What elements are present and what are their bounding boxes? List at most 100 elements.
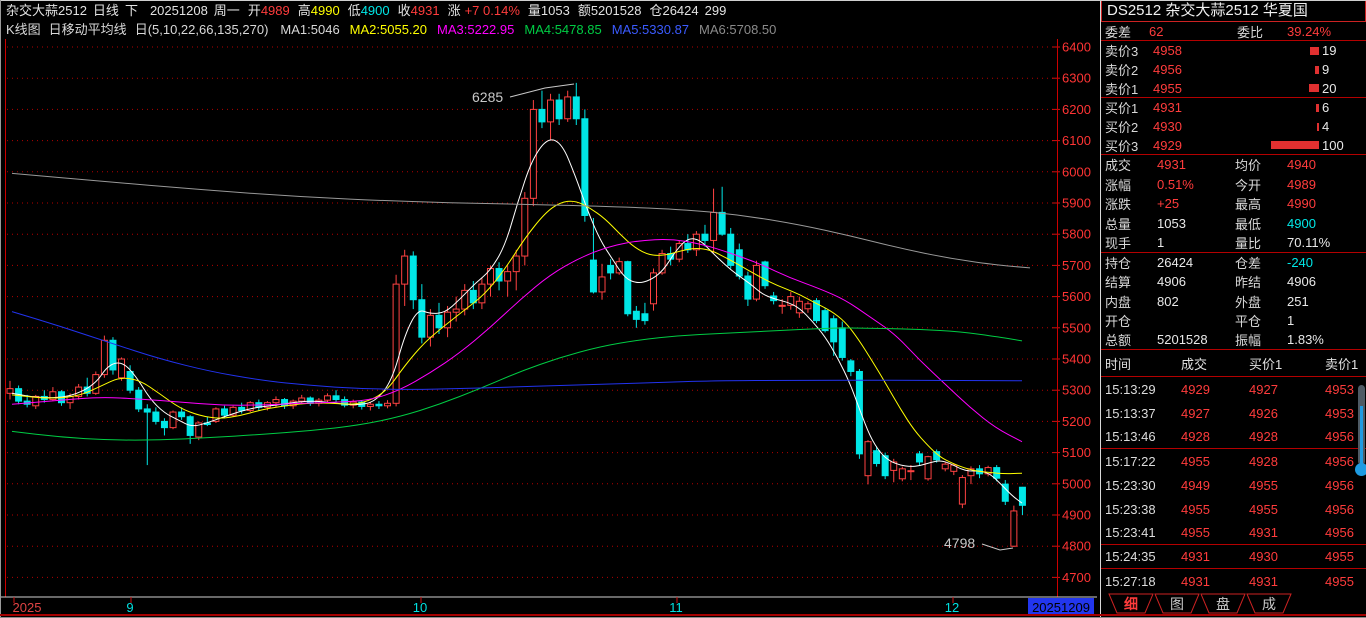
candle-up — [530, 109, 536, 198]
candle-up — [693, 234, 699, 250]
candle-down — [736, 250, 742, 276]
ask-row[interactable]: 卖价3495819 — [1101, 41, 1366, 60]
candle-down — [539, 109, 545, 121]
col-time: 时间 — [1105, 354, 1175, 373]
candle-down — [608, 265, 614, 272]
candle-up — [805, 304, 811, 309]
candle-down — [436, 315, 442, 327]
y-axis-label: 6200 — [1062, 102, 1091, 117]
tick-row[interactable]: 15:13:29492949274953 — [1101, 377, 1366, 401]
ask-volume: 20 — [1322, 81, 1366, 96]
tick-ask1: 4956 — [1315, 478, 1354, 493]
tick-table-header: 时间 成交 买价1 卖价1 — [1101, 350, 1366, 377]
bid-label: 买价3 — [1105, 136, 1153, 155]
candle-up — [899, 469, 905, 479]
text-segment: 日线 — [93, 2, 119, 20]
stat-row: 开仓平仓1 — [1101, 311, 1366, 331]
bid-label: 买价1 — [1105, 98, 1153, 117]
tick-price: 4955 — [1175, 454, 1243, 469]
tab-label-图[interactable]: 图 — [1170, 596, 1184, 612]
window-left-edge — [0, 0, 1, 618]
tick-row[interactable]: 15:23:30494949554956 — [1101, 473, 1366, 497]
stat-value: -240 — [1287, 255, 1313, 270]
text-segment: 开 — [248, 2, 261, 20]
y-axis-label: 5700 — [1062, 258, 1091, 273]
candle-down — [187, 417, 193, 436]
text-segment: MA2:5055.20 — [350, 21, 427, 39]
tick-row[interactable]: 15:27:18493149314955 — [1101, 569, 1366, 593]
candle-down — [161, 421, 167, 427]
stat-label: 量比 — [1235, 233, 1287, 252]
bid-row[interactable]: 买价149316 — [1101, 98, 1366, 117]
bid-price: 4930 — [1153, 119, 1231, 134]
tick-ask1: 4955 — [1315, 574, 1354, 589]
candle-down — [333, 396, 339, 400]
tick-row[interactable]: 15:23:41495549314956 — [1101, 521, 1366, 545]
y-axis-label: 5500 — [1062, 320, 1091, 335]
candle-down — [642, 314, 648, 321]
stats-grid: 成交4931均价4940涨幅0.51%今开4989涨跌+25最高4990总量10… — [1101, 155, 1366, 350]
candle-down — [410, 256, 416, 300]
scrollbar-stem[interactable] — [1360, 406, 1363, 468]
stat-label: 最高 — [1235, 194, 1287, 213]
y-axis-label: 6300 — [1062, 71, 1091, 86]
bid-row[interactable]: 买价249304 — [1101, 117, 1366, 136]
bid-row[interactable]: 买价34929100 — [1101, 136, 1366, 155]
candle-down — [222, 409, 228, 415]
tick-row[interactable]: 15:13:46492849284956 — [1101, 425, 1366, 449]
candle-up — [299, 398, 305, 401]
bottom-divider-red — [0, 614, 1366, 616]
candle-down — [419, 300, 425, 337]
tab-label-成[interactable]: 成 — [1262, 596, 1276, 612]
text-segment: 4900 — [361, 2, 390, 20]
tick-row[interactable]: 15:23:38495549554956 — [1101, 497, 1366, 521]
y-axis-label: 6400 — [1062, 40, 1091, 55]
tick-row[interactable]: 15:13:37492749264953 — [1101, 401, 1366, 425]
candle-up — [599, 277, 605, 292]
tick-time: 15:23:41 — [1105, 525, 1175, 540]
chart-title-bar: 杂交大蒜2512日线下20251208周一开4989高4990低4900收493… — [6, 2, 1096, 20]
candle-down — [831, 319, 837, 342]
kline-chart[interactable]: 6400630062006100600059005800570056005500… — [0, 39, 1100, 618]
x-axis-label: 11 — [669, 600, 683, 615]
scrollbar-thumb[interactable] — [1355, 463, 1366, 476]
tick-bid1: 4955 — [1243, 502, 1315, 517]
y-axis-label: 5600 — [1062, 289, 1091, 304]
stat-value: 4906 — [1157, 274, 1235, 289]
text-segment: 4989 — [261, 2, 290, 20]
tab-label-细[interactable]: 细 — [1124, 596, 1138, 612]
stat-value: 26424 — [1157, 255, 1235, 270]
stat-label: 平仓 — [1235, 311, 1287, 330]
ask-row[interactable]: 卖价1495520 — [1101, 79, 1366, 98]
volume-bar — [1317, 123, 1319, 131]
text-segment: 仓 — [649, 2, 662, 20]
tick-row[interactable]: 15:17:22495549284956 — [1101, 449, 1366, 473]
order-imbalance-row: 委差 62 委比 39.24% — [1101, 22, 1366, 41]
stat-value: 802 — [1157, 294, 1235, 309]
stat-label: 仓差 — [1235, 253, 1287, 272]
ask-row[interactable]: 卖价249569 — [1101, 60, 1366, 79]
ask-label: 卖价3 — [1105, 41, 1153, 60]
ma-line-ma5 — [12, 312, 1022, 390]
x-axis-label: 12 — [945, 600, 959, 615]
tick-row[interactable]: 15:24:35493149304955 — [1101, 545, 1366, 569]
tick-time: 15:27:18 — [1105, 574, 1175, 589]
stat-value: +25 — [1157, 196, 1235, 211]
tab-label-盘[interactable]: 盘 — [1216, 596, 1230, 612]
ask-ladder: 卖价3495819卖价249569卖价1495520 — [1101, 41, 1366, 98]
ask-label: 卖价1 — [1105, 79, 1153, 98]
tick-bid1: 4930 — [1243, 549, 1315, 564]
text-segment: MA1:5046 — [280, 21, 339, 39]
stat-row: 成交4931均价4940 — [1101, 155, 1366, 175]
candle-down — [702, 234, 708, 240]
text-segment: 日(5,10,22,66,135,270) — [135, 21, 269, 39]
weibi-value: 39.24% — [1287, 24, 1331, 39]
candle-up — [942, 464, 948, 469]
stat-value: 4940 — [1287, 157, 1316, 172]
stat-value: 4900 — [1287, 216, 1316, 231]
tick-price: 4931 — [1175, 549, 1243, 564]
bid-volume: 4 — [1322, 119, 1366, 134]
weicha-label: 委差 — [1105, 22, 1149, 41]
candle-up — [865, 442, 871, 476]
text-segment: 杂交大蒜2512 — [6, 2, 87, 20]
